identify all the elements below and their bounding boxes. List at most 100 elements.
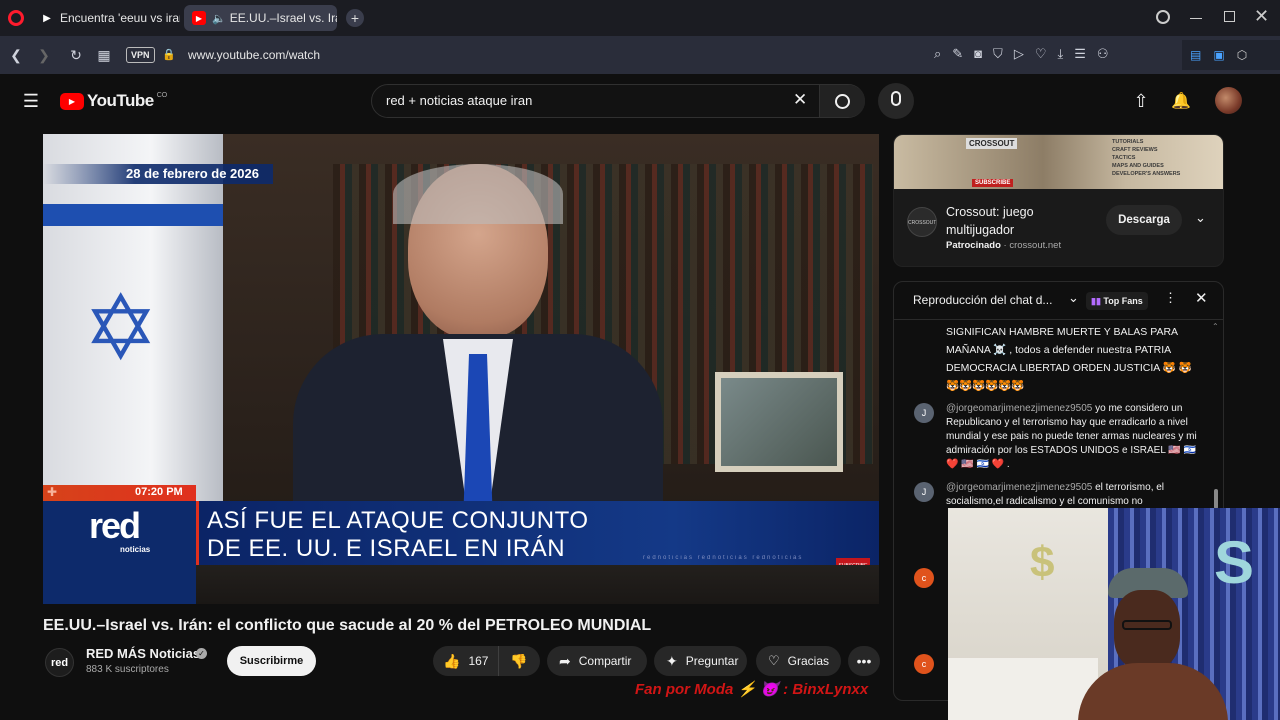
sponsored-ad-card[interactable]: CROSSOUT SUBSCRIBE TUTORIALS CRAFT REVIE… [893, 134, 1224, 267]
upload-icon[interactable]: ⇧ [1130, 90, 1152, 112]
tab-label: EE.UU.–Israel vs. Irán: el [229, 11, 337, 25]
clear-search-icon[interactable]: ✕ [793, 90, 807, 110]
ad-title[interactable]: Crossout: juego multijugador [946, 203, 1034, 239]
vpn-badge[interactable]: VPN [126, 47, 155, 63]
speaker-icon[interactable]: 🔈 [212, 12, 226, 25]
date-overlay: 28 de febrero de 2026 [126, 166, 259, 181]
youtube-play-logo-icon: ▶ [60, 92, 84, 110]
ad-banner-line: MAPS AND GUIDES [1112, 163, 1164, 169]
time-overlay: 07:20 PM [135, 486, 183, 498]
tab-search-results[interactable]: ▶ Encuentra 'eeuu vs iran' en [32, 5, 180, 31]
headline-line-2: DE EE. UU. E ISRAEL EN IRÁN [207, 535, 566, 562]
opera-logo-icon[interactable] [8, 10, 24, 26]
streamer-webcam-overlay: $ S [948, 508, 1280, 720]
ad-meta: Patrocinado · crossout.net [946, 240, 1061, 251]
chat-avatar: J [914, 482, 934, 502]
camera-icon[interactable]: ◙ [974, 46, 982, 62]
fans-icon: ▮▮ [1091, 296, 1101, 306]
notifications-bell-icon[interactable]: 🔔 [1170, 90, 1192, 112]
dollar-balloon-icon: $ [1030, 538, 1055, 587]
search-box[interactable]: red + noticias ataque iran ✕ [371, 84, 865, 118]
close-chat-icon[interactable]: ✕ [1195, 289, 1208, 307]
edit-icon[interactable]: ✎ [952, 46, 963, 62]
like-button[interactable]: 👍 167 [433, 646, 499, 676]
chat-scrollbar[interactable] [1214, 489, 1218, 509]
chevron-down-icon[interactable]: ⌄ [1195, 210, 1206, 226]
webcam-bed [948, 658, 1098, 720]
chat-avatar: c [914, 654, 934, 674]
dislike-button[interactable]: 👎 [499, 646, 539, 676]
search-button[interactable] [819, 85, 865, 117]
top-fans-filter[interactable]: ▮▮ Top Fans [1086, 292, 1148, 310]
subscribe-button[interactable]: Suscribirme [227, 646, 316, 676]
new-tab-button[interactable]: + [346, 9, 364, 27]
close-window-button[interactable]: ✕ [1254, 6, 1269, 27]
youtube-logo[interactable]: ▶ YouTube CO [60, 91, 167, 111]
send-icon[interactable]: ▷ [1014, 46, 1024, 62]
more-actions-button[interactable]: ••• [848, 646, 880, 676]
channel-avatar-text: red [50, 656, 69, 669]
like-count: 167 [468, 654, 489, 668]
cube-icon[interactable]: ⬡ [1237, 48, 1247, 62]
ad-banner-brand: CROSSOUT [966, 138, 1018, 149]
download-icon[interactable]: ⤓ [1057, 46, 1063, 62]
youtube-logo-text: YouTube [87, 91, 154, 110]
extension-icon[interactable]: ▣ [1213, 48, 1224, 62]
chat-avatar: c [914, 568, 934, 588]
chat-message: @jorgeomarjimenezjimenez9505 yo me consi… [946, 402, 1198, 472]
chat-more-options-icon[interactable]: ⋮ [1164, 290, 1177, 306]
list-icon[interactable]: ☰ [1074, 46, 1086, 62]
ad-logo: CROSSOUT [907, 207, 937, 237]
chat-author[interactable]: @jorgeomarjimenezjimenez9505 [946, 403, 1092, 414]
ask-button[interactable]: ✦ Preguntar [654, 646, 747, 676]
url-field[interactable]: www.youtube.com/watch [188, 48, 320, 62]
browser-tab-bar: ▶ Encuentra 'eeuu vs iran' en ▶ 🔈 EE.UU.… [0, 0, 1280, 36]
country-code: CO [156, 91, 168, 99]
video-player[interactable]: ✡ 28 de febrero de 2026 ✚ 07:20 PM red n… [43, 134, 879, 604]
tab-current-video[interactable]: ▶ 🔈 EE.UU.–Israel vs. Irán: el [184, 5, 337, 31]
shield-icon[interactable]: ⛉ [993, 46, 1003, 62]
chat-title[interactable]: Reproducción del chat d... [913, 293, 1052, 307]
extensions-area: ▤ ▣ ⬡ [1182, 40, 1280, 70]
youtube-favicon-icon: ▶ [192, 11, 206, 25]
ad-download-button[interactable]: Descarga [1106, 205, 1182, 235]
lock-icon[interactable]: 🔒 [162, 48, 176, 61]
heart-icon[interactable]: ♡ [1035, 46, 1047, 62]
ad-banner-line: TACTICS [1112, 155, 1136, 161]
search-tabs-icon[interactable] [1156, 10, 1170, 24]
translate-icon[interactable]: ▤ [1190, 48, 1201, 62]
tiles-icon[interactable]: ▦ [94, 45, 114, 65]
address-bar: ❮ ❯ ↻ ▦ VPN 🔒 www.youtube.com/watch ⌕ ✎ … [0, 36, 1280, 74]
profile-icon[interactable]: ⚇ [1097, 46, 1109, 62]
thanks-button[interactable]: ♡ Gracias [756, 646, 841, 676]
microphone-icon [891, 91, 901, 106]
ad-banner-line: TUTORIALS [1112, 139, 1144, 145]
ad-title-line-2: multijugador [946, 223, 1015, 237]
hamburger-menu-icon[interactable]: ☰ [20, 90, 42, 112]
chat-message: @jorgeomarjimenezjimenez9505 el terroris… [946, 481, 1198, 509]
ad-banner-lines: TUTORIALS CRAFT REVIEWS TACTICS MAPS AND… [1112, 138, 1180, 178]
forward-icon[interactable]: ❯ [34, 45, 54, 65]
chat-author[interactable]: @jorgeomarjimenezjimenez9505 [946, 482, 1092, 493]
minimize-button[interactable] [1190, 18, 1202, 19]
user-avatar[interactable] [1215, 87, 1242, 114]
voice-search-button[interactable] [878, 83, 914, 119]
headline-line-1: ASÍ FUE EL ATAQUE CONJUNTO [207, 507, 589, 534]
chat-scroll-up-icon[interactable]: ⌃ [1212, 322, 1219, 331]
share-button[interactable]: ➦ Compartir [547, 646, 647, 676]
channel-name[interactable]: RED MÁS Noticias [86, 646, 200, 661]
sparkle-icon: ✦ [666, 652, 678, 669]
chevron-down-icon[interactable]: ⌄ [1068, 290, 1079, 306]
channel-avatar[interactable]: red [45, 648, 74, 677]
search-input[interactable]: red + noticias ataque iran [386, 93, 532, 108]
restore-button[interactable] [1224, 11, 1235, 22]
ad-banner[interactable]: CROSSOUT SUBSCRIBE TUTORIALS CRAFT REVIE… [894, 135, 1223, 189]
zoom-icon[interactable]: ⌕ [934, 46, 941, 62]
reload-icon[interactable]: ↻ [66, 45, 86, 65]
ask-label: Preguntar [685, 654, 739, 668]
share-icon: ➦ [559, 652, 571, 669]
webcam-person [1078, 568, 1228, 720]
subscriber-count: 883 K suscriptores [86, 664, 169, 675]
back-icon[interactable]: ❮ [6, 45, 26, 65]
ad-banner-line: CRAFT REVIEWS [1112, 147, 1158, 153]
